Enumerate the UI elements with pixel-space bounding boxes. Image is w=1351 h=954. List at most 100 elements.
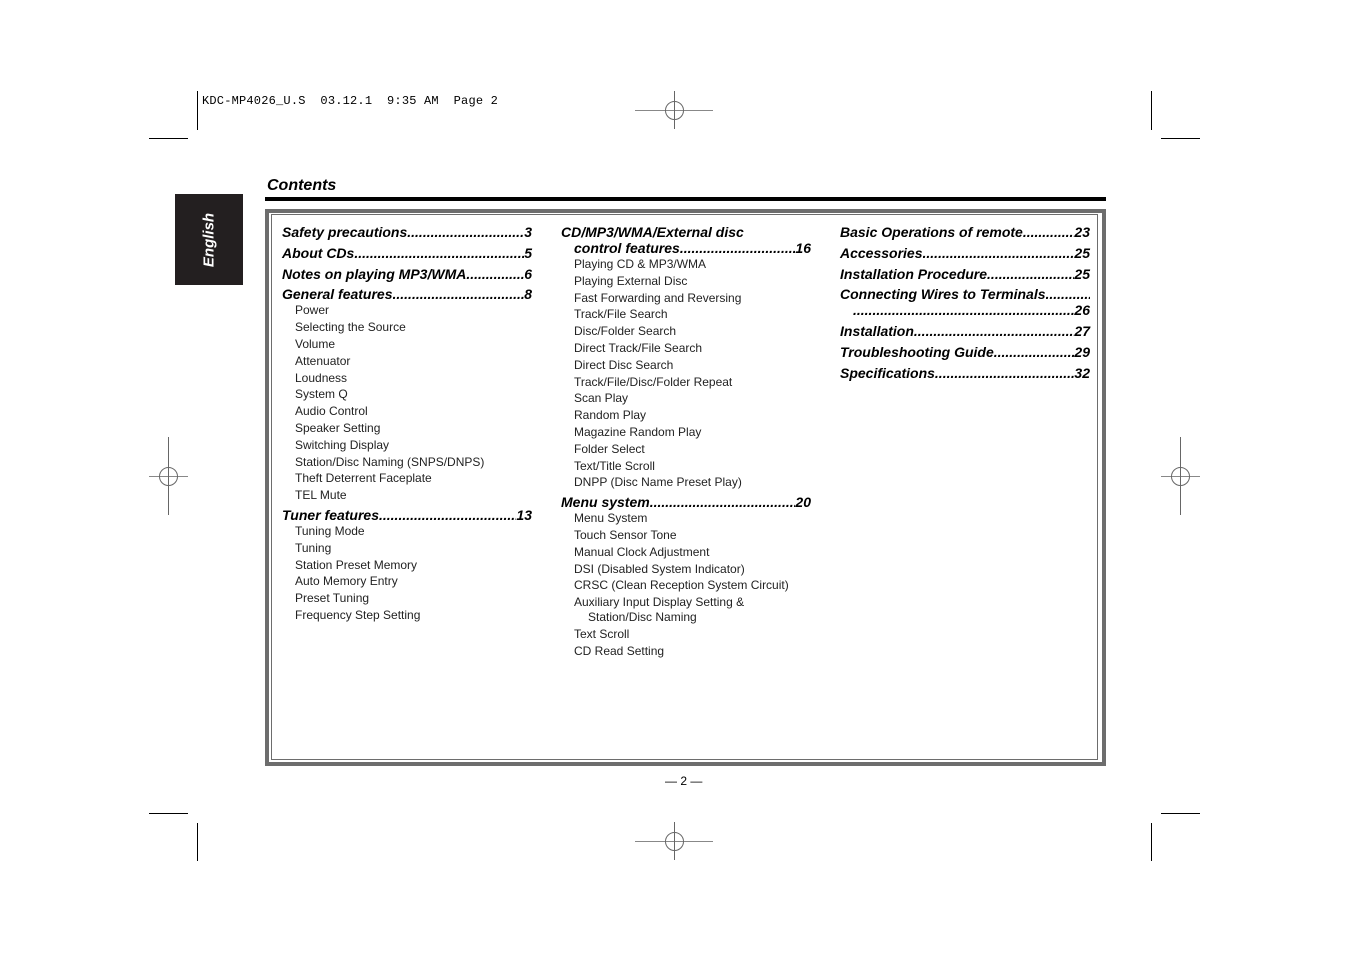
toc-section[interactable]: Specifications 32 xyxy=(840,365,1090,381)
toc-page-number: 27 xyxy=(1074,323,1090,340)
toc-section[interactable]: Safety precautions 3 xyxy=(282,224,532,240)
toc-subitem[interactable]: Playing External Disc xyxy=(561,273,811,290)
toc-subitem[interactable]: Direct Track/File Search xyxy=(561,340,811,357)
toc-section-line: 26 xyxy=(840,302,1090,318)
toc-section[interactable]: General features 8 xyxy=(282,286,532,302)
toc-subitem[interactable]: Power xyxy=(282,302,532,319)
toc-section[interactable]: Troubleshooting Guide 29 xyxy=(840,344,1090,360)
toc-page-number: 8 xyxy=(524,286,532,303)
toc-subitem[interactable]: Station Preset Memory xyxy=(282,557,532,574)
crop-mark xyxy=(149,813,188,814)
crop-mark xyxy=(197,91,198,130)
leader-dots xyxy=(853,302,1074,318)
toc-subitem[interactable]: Speaker Setting xyxy=(282,420,532,437)
toc-section-label: Basic Operations of remote xyxy=(840,224,1023,240)
leader-dots xyxy=(1046,286,1091,302)
toc-subitem[interactable]: Touch Sensor Tone xyxy=(561,527,811,544)
toc-section-label: CD/MP3/WMA/External disc xyxy=(561,224,744,240)
toc-subitem[interactable]: Station/Disc Naming xyxy=(561,609,811,626)
toc-subitem[interactable]: Scan Play xyxy=(561,390,811,407)
toc-section[interactable]: Tuner features 13 xyxy=(282,507,532,523)
toc-section[interactable]: Installation 27 xyxy=(840,323,1090,339)
toc-subitem[interactable]: Track/File/Disc/Folder Repeat xyxy=(561,374,811,391)
leader-dots xyxy=(987,266,1074,282)
toc-section[interactable]: CD/MP3/WMA/External disc control features… xyxy=(561,224,811,256)
toc-page-number: 5 xyxy=(524,244,532,261)
toc-section-line: control features 16 xyxy=(561,240,811,256)
toc-subitem[interactable]: CRSC (Clean Reception System Circuit) xyxy=(561,577,811,594)
print-slug: KDC-MP4026_U.S 03.12.1 9:35 AM Page 2 xyxy=(202,94,499,108)
toc-section[interactable]: Installation Procedure 25 xyxy=(840,266,1090,282)
toc-subitem[interactable]: DSI (Disabled System Indicator) xyxy=(561,561,811,578)
toc-subitem[interactable]: TEL Mute xyxy=(282,487,532,504)
toc-subitem[interactable]: Auto Memory Entry xyxy=(282,573,532,590)
toc-subitem[interactable]: CD Read Setting xyxy=(561,643,811,660)
toc-section-label: About CDs xyxy=(282,244,355,261)
title-rule xyxy=(265,197,1106,201)
leader-dots xyxy=(935,365,1075,381)
toc-subitem[interactable]: Menu System xyxy=(561,510,811,527)
toc-subitem[interactable]: Text/Title Scroll xyxy=(561,458,811,475)
language-label: English xyxy=(200,212,218,267)
toc-subitem[interactable]: Tuning Mode xyxy=(282,523,532,540)
toc-section-label: Menu system xyxy=(561,494,650,511)
toc-subitem[interactable]: Fast Forwarding and Reversing xyxy=(561,290,811,307)
registration-mark-icon xyxy=(1161,437,1201,515)
crop-mark xyxy=(197,823,198,861)
toc-page-number: 3 xyxy=(524,224,532,240)
toc-section[interactable]: Connecting Wires to Terminals 26 xyxy=(840,286,1090,318)
toc-page-number: 25 xyxy=(1074,244,1090,261)
leader-dots xyxy=(379,507,516,523)
toc-section[interactable]: Menu system 20 xyxy=(561,494,811,510)
toc-subitem[interactable]: Track/File Search xyxy=(561,306,811,323)
toc-subitem[interactable]: Loudness xyxy=(282,370,532,387)
toc-page-number: 25 xyxy=(1074,265,1090,282)
toc-subitem[interactable]: Disc/Folder Search xyxy=(561,323,811,340)
toc-subitem[interactable]: Direct Disc Search xyxy=(561,357,811,374)
registration-mark-icon xyxy=(635,822,715,860)
toc-section-label: Specifications xyxy=(840,364,935,381)
toc-subitem[interactable]: Tuning xyxy=(282,540,532,557)
toc-page-number: 26 xyxy=(1074,302,1090,319)
toc-subitem[interactable]: Frequency Step Setting xyxy=(282,607,532,624)
toc-subitem[interactable]: Preset Tuning xyxy=(282,590,532,607)
toc-subitem[interactable]: Manual Clock Adjustment xyxy=(561,544,811,561)
crop-mark xyxy=(1151,823,1152,861)
toc-subitem[interactable]: Random Play xyxy=(561,407,811,424)
toc-section-label: Safety precautions xyxy=(282,224,408,240)
leader-dots xyxy=(923,245,1075,261)
toc-subitem[interactable]: Volume xyxy=(282,336,532,353)
toc-subitem[interactable]: Magazine Random Play xyxy=(561,424,811,441)
leader-dots xyxy=(1023,224,1075,240)
toc-section[interactable]: Notes on playing MP3/WMA 6 xyxy=(282,266,532,282)
toc-subitem[interactable]: Folder Select xyxy=(561,441,811,458)
crop-mark xyxy=(1161,813,1200,814)
toc-section[interactable]: Accessories 25 xyxy=(840,245,1090,261)
toc-subitem[interactable]: Theft Deterrent Faceplate xyxy=(282,470,532,487)
toc-subitem[interactable]: Selecting the Source xyxy=(282,319,532,336)
registration-mark-icon xyxy=(635,91,715,129)
toc-subitem[interactable]: Audio Control xyxy=(282,403,532,420)
toc-subitem[interactable]: DNPP (Disc Name Preset Play) xyxy=(561,474,811,491)
toc-subitem[interactable]: Switching Display xyxy=(282,437,532,454)
toc-subitem[interactable]: System Q xyxy=(282,386,532,403)
registration-mark-icon xyxy=(149,437,189,515)
leader-dots xyxy=(914,323,1075,339)
toc-section-label: Notes on playing MP3/WMA xyxy=(282,265,467,282)
toc-column-3: Basic Operations of remote 23 Accessories 2… xyxy=(840,224,1090,386)
toc-column-2: CD/MP3/WMA/External disc control features… xyxy=(561,224,811,662)
toc-section-label: Installation xyxy=(840,323,914,340)
toc-section-label-cont: control features xyxy=(574,240,680,256)
crop-mark xyxy=(1161,138,1200,139)
toc-section-label: Accessories xyxy=(840,244,923,261)
leader-dots xyxy=(680,240,796,256)
toc-subitem[interactable]: Text Scroll xyxy=(561,626,811,643)
toc-subitem[interactable]: Attenuator xyxy=(282,353,532,370)
crop-mark xyxy=(149,138,188,139)
crop-mark xyxy=(1151,91,1152,130)
toc-subitem[interactable]: Playing CD & MP3/WMA xyxy=(561,256,811,273)
toc-section[interactable]: Basic Operations of remote 23 xyxy=(840,224,1090,240)
toc-section[interactable]: About CDs 5 xyxy=(282,245,532,261)
toc-subitem[interactable]: Station/Disc Naming (SNPS/DNPS) xyxy=(282,454,532,471)
